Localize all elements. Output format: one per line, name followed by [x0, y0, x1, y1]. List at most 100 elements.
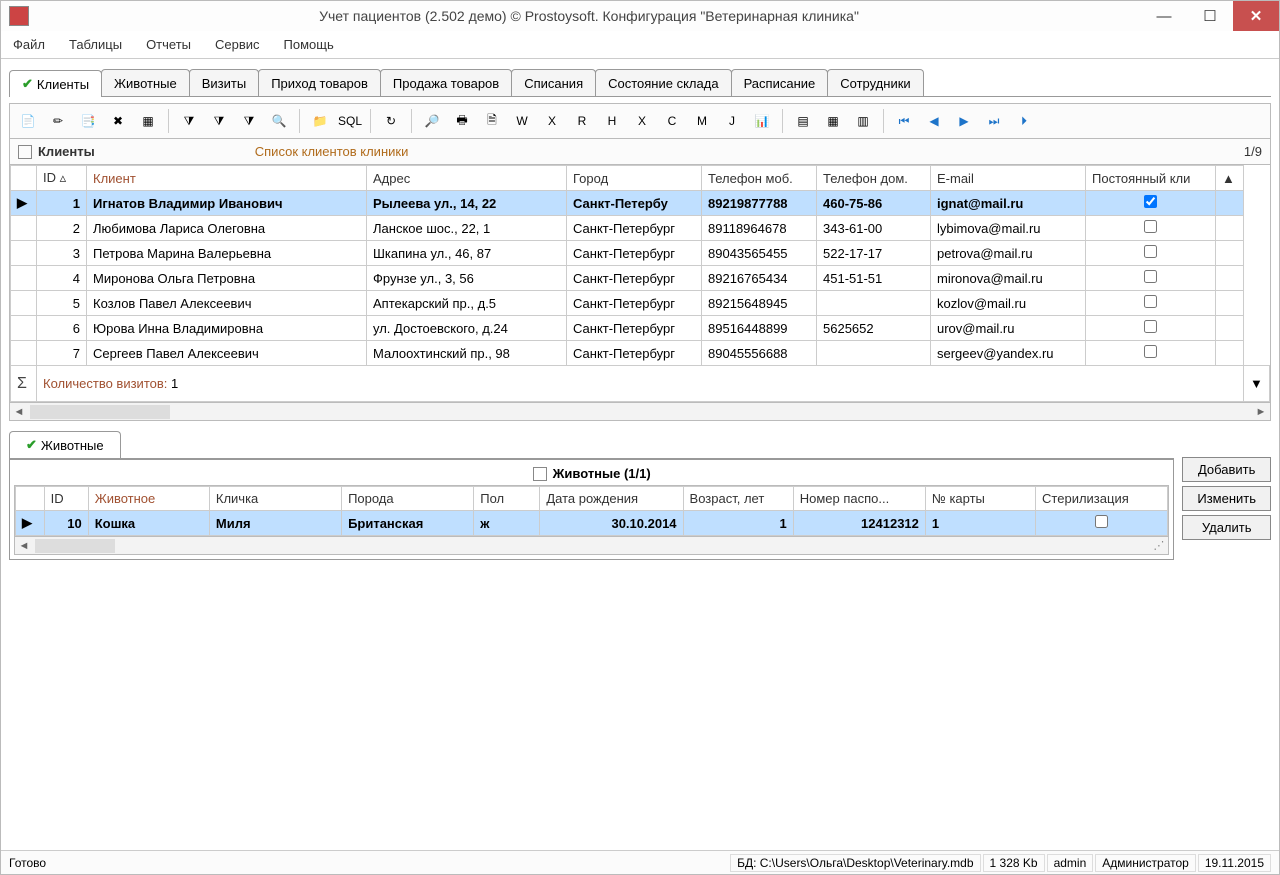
table-row[interactable]: 7Сергеев Павел АлексеевичМалоохтинский п… — [11, 341, 1270, 366]
cell-breed: Британская — [342, 511, 474, 536]
clients-col-2[interactable]: Адрес — [367, 166, 567, 191]
table-icon[interactable]: ▦ — [136, 109, 160, 133]
clients-grid[interactable]: ID ▵КлиентАдресГородТелефон моб.Телефон … — [9, 165, 1271, 403]
scroll-left-icon[interactable]: ◄ — [15, 537, 33, 555]
animals-hscroll[interactable]: ◄ ⋰ — [14, 537, 1169, 555]
scroll-right-icon[interactable]: ► — [1252, 403, 1270, 421]
add-button[interactable]: Добавить — [1182, 457, 1271, 482]
edit-record-icon[interactable]: ✏ — [46, 109, 70, 133]
scroll-thumb[interactable] — [35, 539, 115, 553]
menu-помощь[interactable]: Помощь — [280, 35, 338, 54]
table-row[interactable]: 5Козлов Павел АлексеевичАптекарский пр.,… — [11, 291, 1270, 316]
animals-col-5[interactable]: Дата рождения — [540, 487, 683, 511]
tab-8[interactable]: Сотрудники — [827, 69, 923, 96]
tab-animals[interactable]: ✔ Животные — [9, 431, 121, 458]
perm-checkbox[interactable] — [1144, 320, 1157, 333]
minimize-button[interactable]: — — [1141, 1, 1187, 31]
perm-checkbox[interactable] — [1144, 345, 1157, 358]
clients-hscroll[interactable]: ◄ ► — [9, 403, 1271, 421]
animals-col-0[interactable]: ID — [44, 487, 88, 511]
menu-отчеты[interactable]: Отчеты — [142, 35, 195, 54]
refresh-icon[interactable]: ↻ — [379, 109, 403, 133]
export-json-icon[interactable]: J — [720, 109, 744, 133]
tab-1[interactable]: Животные — [101, 69, 190, 96]
find-icon[interactable]: 🔎 — [420, 109, 444, 133]
table-row[interactable]: ▶1Игнатов Владимир ИвановичРылеева ул., … — [11, 191, 1270, 216]
tab-7[interactable]: Расписание — [731, 69, 829, 96]
add-record-icon[interactable]: 📄 — [16, 109, 40, 133]
chart-icon[interactable]: 📊 — [750, 109, 774, 133]
delete-button[interactable]: Удалить — [1182, 515, 1271, 540]
vscroll-down-icon[interactable]: ▼ — [1244, 366, 1270, 402]
nav-next-icon[interactable]: ▶ — [952, 109, 976, 133]
cell-id: 2 — [37, 216, 87, 241]
nav-end-icon[interactable]: ⏵ — [1012, 109, 1036, 133]
animals-col-9[interactable]: Стерилизация — [1036, 487, 1168, 511]
folder-icon[interactable]: 📁 — [308, 109, 332, 133]
print-icon[interactable]: 🖶 — [450, 109, 474, 133]
preview-icon[interactable]: 🗎 — [480, 109, 504, 133]
delete-icon[interactable]: ✖ — [106, 109, 130, 133]
clients-col-5[interactable]: Телефон дом. — [817, 166, 931, 191]
table-row[interactable]: 3Петрова Марина ВалерьевнаШкапина ул., 4… — [11, 241, 1270, 266]
perm-checkbox[interactable] — [1144, 245, 1157, 258]
clients-col-1[interactable]: Клиент — [87, 166, 367, 191]
perm-checkbox[interactable] — [1144, 220, 1157, 233]
animals-col-2[interactable]: Кличка — [209, 487, 341, 511]
animals-col-1[interactable]: Животное — [88, 487, 209, 511]
clients-col-3[interactable]: Город — [567, 166, 702, 191]
nav-first-icon[interactable]: ⏮ — [892, 109, 916, 133]
tab-4[interactable]: Продажа товаров — [380, 69, 512, 96]
tab-2[interactable]: Визиты — [189, 69, 259, 96]
filter-add-icon[interactable]: ⧩ — [237, 109, 261, 133]
grid-icon[interactable]: ▦ — [821, 109, 845, 133]
columns-icon[interactable]: ▥ — [851, 109, 875, 133]
export-html-icon[interactable]: H — [600, 109, 624, 133]
maximize-button[interactable]: ☐ — [1187, 1, 1233, 31]
window-title: Учет пациентов (2.502 демо) © Prostoysof… — [37, 8, 1141, 24]
animals-col-8[interactable]: № карты — [925, 487, 1035, 511]
animals-col-7[interactable]: Номер паспо... — [793, 487, 925, 511]
export-xml-icon[interactable]: M — [690, 109, 714, 133]
animals-col-4[interactable]: Пол — [474, 487, 540, 511]
clients-col-0[interactable]: ID ▵ — [37, 166, 87, 191]
close-button[interactable]: ✕ — [1233, 1, 1279, 31]
menu-таблицы[interactable]: Таблицы — [65, 35, 126, 54]
clients-col-4[interactable]: Телефон моб. — [702, 166, 817, 191]
vscroll-up-icon[interactable]: ▲ — [1216, 166, 1244, 191]
animals-col-6[interactable]: Возраст, лет — [683, 487, 793, 511]
nav-last-icon[interactable]: ⏭ — [982, 109, 1006, 133]
perm-checkbox[interactable] — [1144, 270, 1157, 283]
scroll-left-icon[interactable]: ◄ — [10, 403, 28, 421]
table-row[interactable]: 2Любимова Лариса ОлеговнаЛанское шос., 2… — [11, 216, 1270, 241]
filter-clear-icon[interactable]: ⧩ — [207, 109, 231, 133]
nav-prev-icon[interactable]: ◀ — [922, 109, 946, 133]
clients-col-7[interactable]: Постоянный кли — [1086, 166, 1216, 191]
clients-col-6[interactable]: E-mail — [931, 166, 1086, 191]
tab-0[interactable]: ✔Клиенты — [9, 70, 102, 97]
filter-icon[interactable]: ⧩ — [177, 109, 201, 133]
sql-icon[interactable]: SQL — [338, 109, 362, 133]
export-xls-icon[interactable]: X — [540, 109, 564, 133]
perm-checkbox[interactable] — [1144, 295, 1157, 308]
search-icon[interactable]: 🔍 — [267, 109, 291, 133]
ster-checkbox[interactable] — [1095, 515, 1108, 528]
tab-6[interactable]: Состояние склада — [595, 69, 731, 96]
copy-icon[interactable]: 📑 — [76, 109, 100, 133]
table-row[interactable]: ▶10КошкаМиляБританскаяж30.10.20141124123… — [16, 511, 1168, 536]
report-icon[interactable]: ▤ — [791, 109, 815, 133]
animals-col-3[interactable]: Порода — [342, 487, 474, 511]
export-xlsx-icon[interactable]: X — [630, 109, 654, 133]
export-rtf-icon[interactable]: R — [570, 109, 594, 133]
table-row[interactable]: 6Юрова Инна Владимировнаул. Достоевского… — [11, 316, 1270, 341]
tab-3[interactable]: Приход товаров — [258, 69, 381, 96]
menu-файл[interactable]: Файл — [9, 35, 49, 54]
scroll-thumb[interactable] — [30, 405, 170, 419]
tab-5[interactable]: Списания — [511, 69, 596, 96]
export-csv-icon[interactable]: C — [660, 109, 684, 133]
export-doc-icon[interactable]: W — [510, 109, 534, 133]
perm-checkbox[interactable] — [1144, 195, 1157, 208]
table-row[interactable]: 4Миронова Ольга ПетровнаФрунзе ул., 3, 5… — [11, 266, 1270, 291]
menu-сервис[interactable]: Сервис — [211, 35, 264, 54]
edit-button[interactable]: Изменить — [1182, 486, 1271, 511]
